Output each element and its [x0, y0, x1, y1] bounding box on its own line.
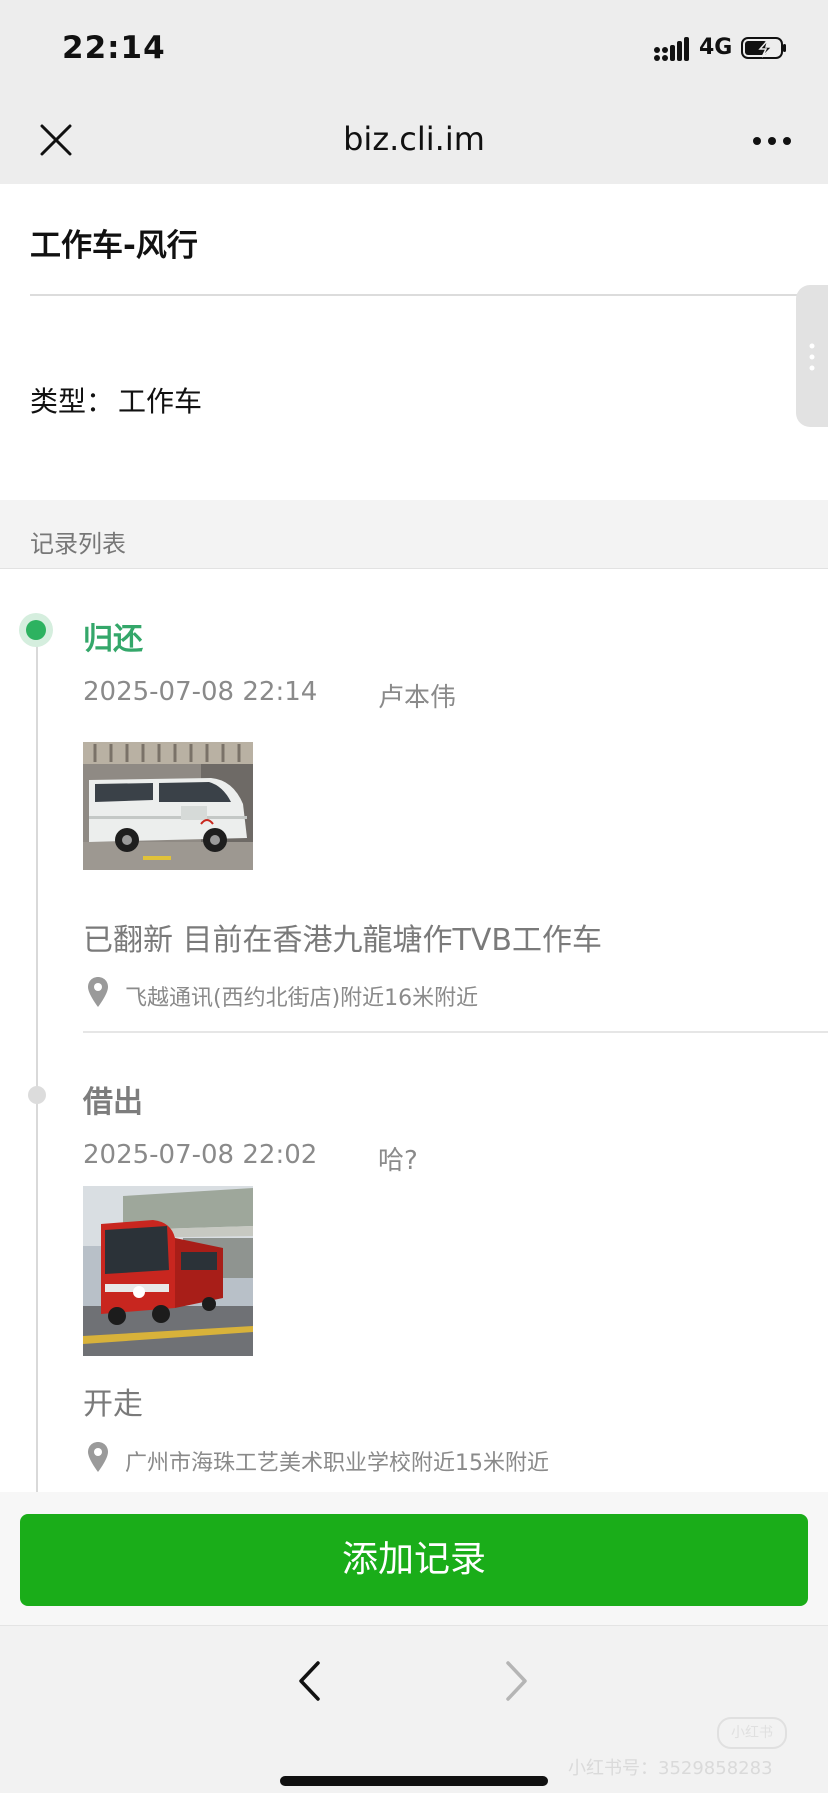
record-location: 广州市海珠工艺美术职业学校附近15米附近 — [83, 1441, 783, 1476]
timeline-dot-active — [19, 613, 53, 647]
status-time: 22:14 — [62, 30, 166, 66]
white-van-photo[interactable] — [83, 742, 253, 870]
type-label: 类型： — [30, 385, 115, 418]
location-pin-icon — [88, 1442, 108, 1472]
record-user: 哈? — [378, 1146, 418, 1176]
location-pin-icon — [88, 977, 108, 1007]
records-section-title: 记录列表 — [30, 530, 126, 558]
watermark-logo: 小红书 — [717, 1717, 787, 1749]
record-status: 借出 — [83, 1085, 143, 1120]
side-drawer-handle[interactable] — [796, 285, 828, 427]
record-note: 已翻新 目前在香港九龍塘作TVB工作车 — [83, 923, 602, 958]
record-time: 2025-07-08 22:14 — [83, 677, 318, 707]
timeline-dot — [28, 1086, 46, 1104]
network-type: 4G — [699, 35, 733, 60]
watermark-id: 小红书号：3529858283 — [568, 1758, 773, 1779]
location-text: 广州市海珠工艺美术职业学校附近15米附近 — [125, 1451, 549, 1476]
record-time: 2025-07-08 22:02 — [83, 1140, 318, 1170]
nav-bar: biz.cli.im — [0, 96, 828, 184]
signal-icon — [654, 37, 689, 61]
record-divider — [83, 1031, 828, 1033]
asset-header-card: 工作车-风行 类型： 工作车 — [0, 184, 828, 500]
location-text: 飞越通讯(西约北街店)附近16米附近 — [125, 986, 479, 1011]
home-indicator[interactable] — [280, 1776, 548, 1786]
page-title: 工作车-风行 — [30, 228, 198, 264]
battery-charging-icon — [741, 37, 786, 59]
add-record-button[interactable]: 添加记录 — [20, 1514, 808, 1606]
records-section-header: 记录列表 — [0, 500, 828, 569]
vertical-dots-icon — [809, 343, 815, 371]
type-row: 类型： 工作车 — [30, 380, 202, 420]
title-divider — [30, 294, 828, 296]
record-location: 飞越通讯(西约北街店)附近16米附近 — [83, 976, 683, 1011]
type-value: 工作车 — [118, 385, 203, 418]
timeline-line — [36, 629, 38, 1492]
record-note: 开走 — [83, 1387, 143, 1422]
url-title: biz.cli.im — [343, 120, 485, 158]
red-bus-photo[interactable] — [83, 1186, 253, 1356]
status-bar: 22:14 4G — [0, 0, 828, 96]
chevron-left-icon[interactable] — [296, 1660, 322, 1702]
action-area: 添加记录 — [0, 1492, 828, 1625]
records-list: 归还 2025-07-08 22:14 卢本伟 已翻新 目前在香港九龍塘作TVB… — [0, 569, 828, 1492]
record-status: 归还 — [83, 622, 143, 657]
chevron-right-icon[interactable] — [504, 1660, 530, 1702]
browser-bottom-bar: 小红书 小红书号：3529858283 — [0, 1625, 828, 1793]
record-user: 卢本伟 — [378, 683, 457, 713]
more-icon[interactable] — [752, 136, 792, 146]
